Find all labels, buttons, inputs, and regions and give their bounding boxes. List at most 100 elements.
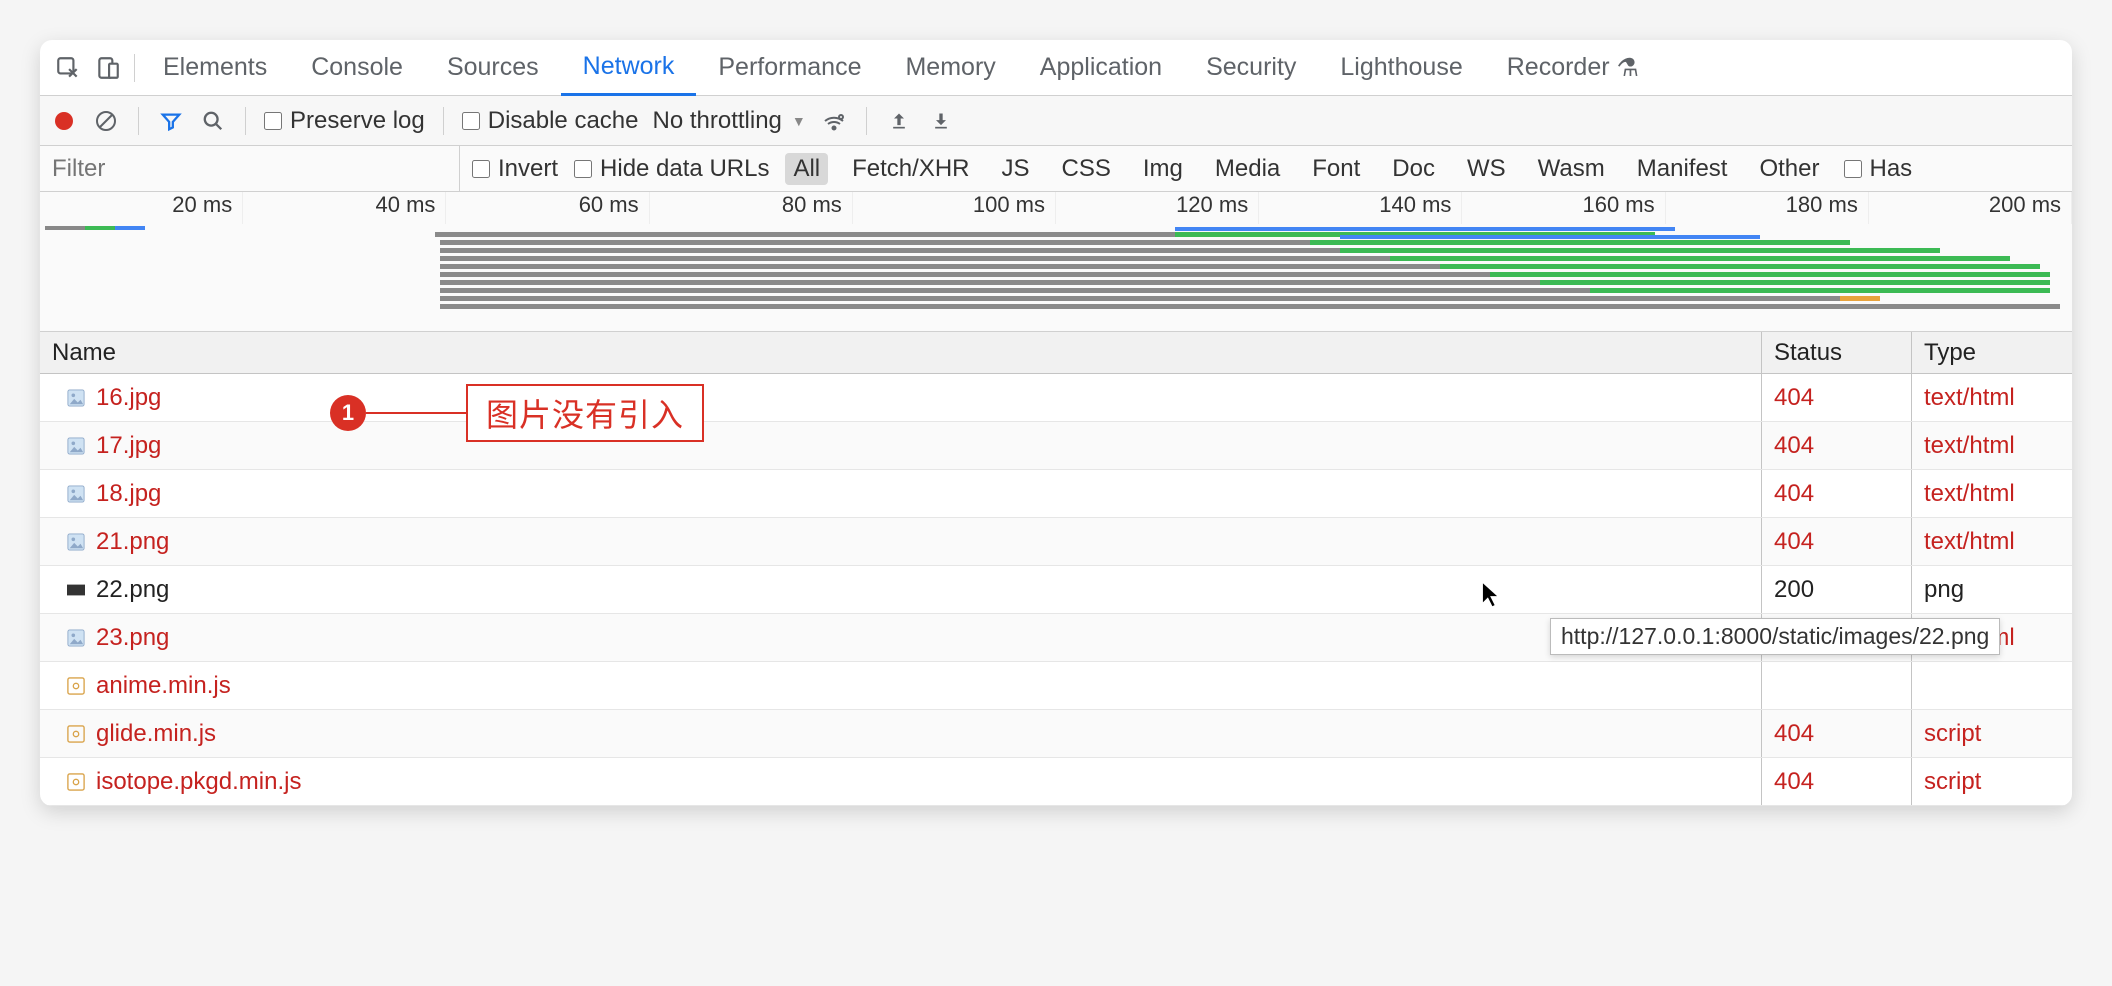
tab-memory[interactable]: Memory	[883, 40, 1017, 96]
divider	[443, 107, 444, 135]
filter-icon[interactable]	[157, 107, 185, 135]
type-filter-media[interactable]: Media	[1207, 153, 1288, 185]
network-toolbar: Preserve log Disable cache No throttling…	[40, 96, 2072, 146]
tab-recorder[interactable]: Recorder ⚗	[1485, 40, 1661, 96]
request-status	[1762, 662, 1912, 709]
type-filter-other[interactable]: Other	[1751, 153, 1827, 185]
request-table-header: Name Status Type	[40, 332, 2072, 374]
clear-button[interactable]	[92, 107, 120, 135]
annotation-callout: 1 图片没有引入	[330, 384, 704, 442]
tab-elements[interactable]: Elements	[141, 40, 289, 96]
request-name: anime.min.js	[96, 672, 231, 700]
request-row[interactable]: glide.min.js 404script	[40, 710, 2072, 758]
flask-icon: ⚗	[1617, 53, 1639, 83]
request-name: 18.jpg	[96, 480, 161, 508]
request-status: 200	[1762, 566, 1912, 613]
request-row[interactable]: 22.png 200png	[40, 566, 2072, 614]
upload-har-icon[interactable]	[885, 107, 913, 135]
search-icon[interactable]	[199, 107, 227, 135]
request-status: 404	[1762, 518, 1912, 565]
type-filter-ws[interactable]: WS	[1459, 153, 1514, 185]
file-type-icon	[66, 628, 86, 648]
tab-security[interactable]: Security	[1184, 40, 1318, 96]
type-filter-wasm[interactable]: Wasm	[1530, 153, 1613, 185]
network-conditions-icon[interactable]	[820, 107, 848, 135]
request-type: text/html	[1912, 518, 2072, 565]
file-type-icon	[66, 580, 86, 600]
file-type-icon	[66, 532, 86, 552]
tab-lighthouse[interactable]: Lighthouse	[1318, 40, 1484, 96]
divider	[245, 107, 246, 135]
request-type: text/html	[1912, 470, 2072, 517]
file-type-icon	[66, 388, 86, 408]
annotation-text: 图片没有引入	[466, 384, 704, 442]
annotation-badge: 1	[330, 395, 366, 431]
throttling-select[interactable]: No throttling▼	[652, 107, 805, 135]
request-status: 404	[1762, 758, 1912, 805]
type-filter-all[interactable]: All	[785, 153, 828, 185]
request-name: 22.png	[96, 576, 169, 604]
file-type-icon	[66, 436, 86, 456]
type-filter-js[interactable]: JS	[994, 153, 1038, 185]
tab-performance[interactable]: Performance	[696, 40, 883, 96]
tab-network[interactable]: Network	[561, 40, 697, 96]
type-filter-css[interactable]: CSS	[1054, 153, 1119, 185]
tab-sources[interactable]: Sources	[425, 40, 561, 96]
request-type	[1912, 662, 2072, 709]
request-name: 21.png	[96, 528, 169, 556]
type-filter-doc[interactable]: Doc	[1384, 153, 1443, 185]
divider	[138, 107, 139, 135]
divider	[134, 54, 135, 82]
invert-checkbox[interactable]: Invert	[472, 155, 558, 183]
filter-bar: Invert Hide data URLs All Fetch/XHR JS C…	[40, 146, 2072, 192]
filter-input[interactable]	[40, 146, 460, 191]
download-har-icon[interactable]	[927, 107, 955, 135]
devtools-window: Elements Console Sources Network Perform…	[40, 40, 2072, 806]
request-type: script	[1912, 710, 2072, 757]
url-tooltip: http://127.0.0.1:8000/static/images/22.p…	[1550, 618, 2000, 655]
divider	[866, 107, 867, 135]
request-status: 404	[1762, 422, 1912, 469]
tab-console[interactable]: Console	[289, 40, 425, 96]
column-type[interactable]: Type	[1912, 332, 2072, 373]
request-type: png	[1912, 566, 2072, 613]
type-filter-manifest[interactable]: Manifest	[1629, 153, 1736, 185]
tab-application[interactable]: Application	[1018, 40, 1184, 96]
request-name: isotope.pkgd.min.js	[96, 768, 301, 796]
request-type: text/html	[1912, 422, 2072, 469]
request-type: text/html	[1912, 374, 2072, 421]
request-row[interactable]: isotope.pkgd.min.js 404script	[40, 758, 2072, 806]
request-row[interactable]: 18.jpg 404text/html	[40, 470, 2072, 518]
request-type: script	[1912, 758, 2072, 805]
record-button[interactable]	[50, 107, 78, 135]
preserve-log-checkbox[interactable]: Preserve log	[264, 107, 425, 135]
device-toolbar-icon[interactable]	[88, 48, 128, 88]
request-status: 404	[1762, 374, 1912, 421]
file-type-icon	[66, 724, 86, 744]
timeline-overview[interactable]: 20 ms40 ms60 ms80 ms100 ms120 ms140 ms16…	[40, 192, 2072, 332]
request-row[interactable]: anime.min.js	[40, 662, 2072, 710]
file-type-icon	[66, 484, 86, 504]
request-name: 23.png	[96, 624, 169, 652]
hide-data-urls-checkbox[interactable]: Hide data URLs	[574, 155, 769, 183]
annotation-line	[366, 412, 466, 414]
request-status: 404	[1762, 470, 1912, 517]
disable-cache-checkbox[interactable]: Disable cache	[462, 107, 639, 135]
file-type-icon	[66, 772, 86, 792]
type-filter-font[interactable]: Font	[1304, 153, 1368, 185]
request-name: 17.jpg	[96, 432, 161, 460]
has-blocked-checkbox[interactable]: Has	[1844, 155, 1913, 183]
column-status[interactable]: Status	[1762, 332, 1912, 373]
inspect-element-icon[interactable]	[48, 48, 88, 88]
column-name[interactable]: Name	[40, 332, 1762, 373]
timeline-ticks: 20 ms40 ms60 ms80 ms100 ms120 ms140 ms16…	[40, 192, 2072, 224]
type-filter-fetch-xhr[interactable]: Fetch/XHR	[844, 153, 977, 185]
request-name: 16.jpg	[96, 384, 161, 412]
panel-tab-bar: Elements Console Sources Network Perform…	[40, 40, 2072, 96]
request-status: 404	[1762, 710, 1912, 757]
request-name: glide.min.js	[96, 720, 216, 748]
waterfall-chart	[40, 224, 2072, 332]
request-row[interactable]: 21.png 404text/html	[40, 518, 2072, 566]
file-type-icon	[66, 676, 86, 696]
type-filter-img[interactable]: Img	[1135, 153, 1191, 185]
